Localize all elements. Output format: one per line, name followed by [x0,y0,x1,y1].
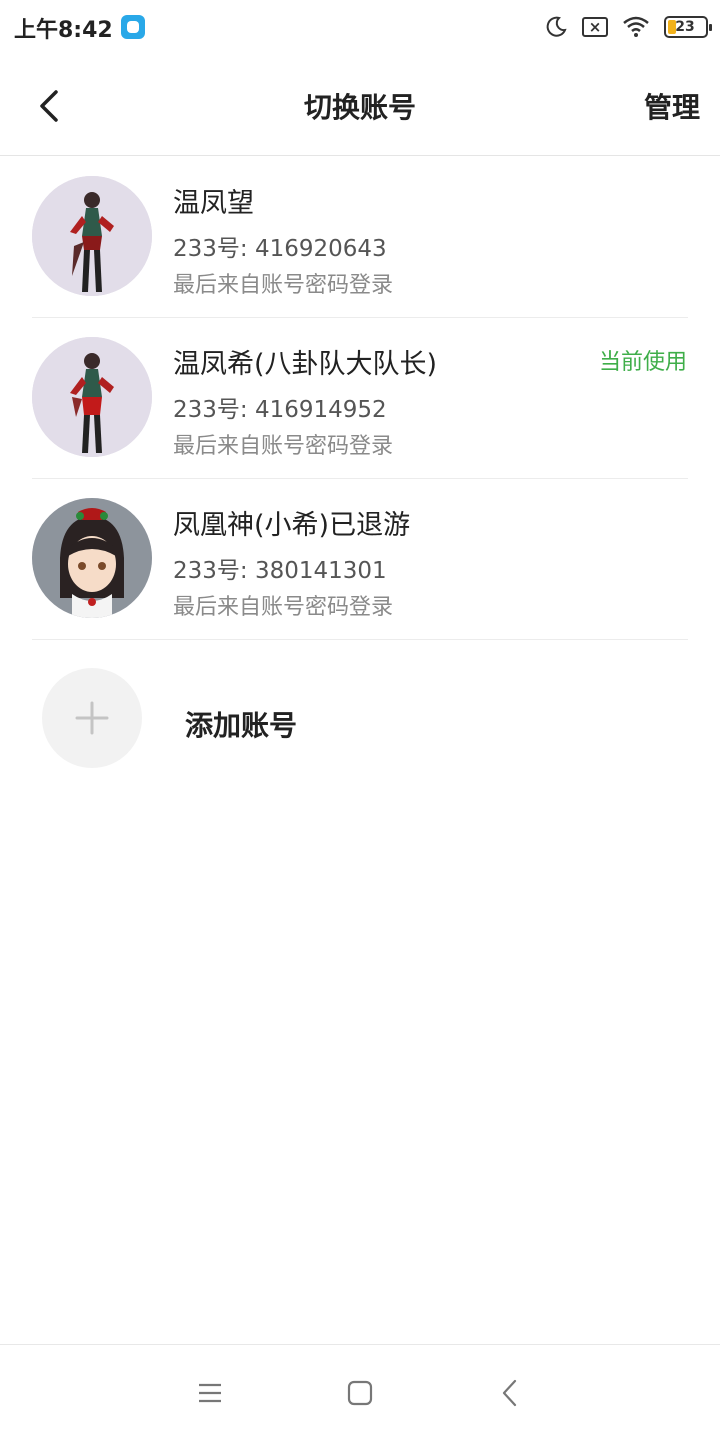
manage-button[interactable]: 管理 [644,86,700,126]
status-icons: × 23 [544,12,712,42]
wifi-icon [622,15,650,39]
header: 切换账号 管理 [0,56,720,156]
add-account-circle[interactable] [42,668,142,768]
status-time: 上午8:42 [14,18,113,43]
app-notification-icon [121,15,145,39]
account-item[interactable]: 凤凰神(小希)已退游 233号: 380141301 最后来自账号密码登录 [0,479,720,640]
account-list: 温凤望 233号: 416920643 最后来自账号密码登录 温凤希(八卦队大队… [0,157,720,640]
account-id: 233号: 416914952 [173,397,387,423]
account-id: 233号: 380141301 [173,558,387,584]
status-bar: 上午8:42 × 23 [0,0,720,56]
home-icon[interactable] [340,1375,380,1411]
avatar [32,498,152,618]
current-account-badge: 当前使用 [598,350,687,375]
avatar [32,176,152,296]
back-icon[interactable] [490,1375,530,1411]
add-account-label: 添加账号 [185,709,298,742]
account-name: 温凤望 [173,188,254,219]
plus-icon [75,701,109,735]
account-login-source: 最后来自账号密码登录 [173,595,394,620]
account-item[interactable]: 温凤希(八卦队大队长) 当前使用 233号: 416914952 最后来自账号密… [0,318,720,479]
add-account-button[interactable]: 添加账号 [0,640,720,800]
account-name: 凤凰神(小希)已退游 [173,510,411,541]
page-title: 切换账号 [303,91,416,124]
system-navigation-bar [0,1344,720,1440]
account-login-source: 最后来自账号密码登录 [173,273,394,298]
sim-disabled-icon: × [582,17,608,37]
battery-icon: 23 [664,16,712,38]
avatar [32,337,152,457]
account-name: 温凤希(八卦队大队长) [173,349,438,380]
account-login-source: 最后来自账号密码登录 [173,434,394,459]
account-item[interactable]: 温凤望 233号: 416920643 最后来自账号密码登录 [0,157,720,318]
account-id: 233号: 416920643 [173,236,387,262]
battery-level: 23 [675,19,695,35]
moon-icon [544,15,568,39]
menu-icon[interactable] [190,1375,230,1411]
